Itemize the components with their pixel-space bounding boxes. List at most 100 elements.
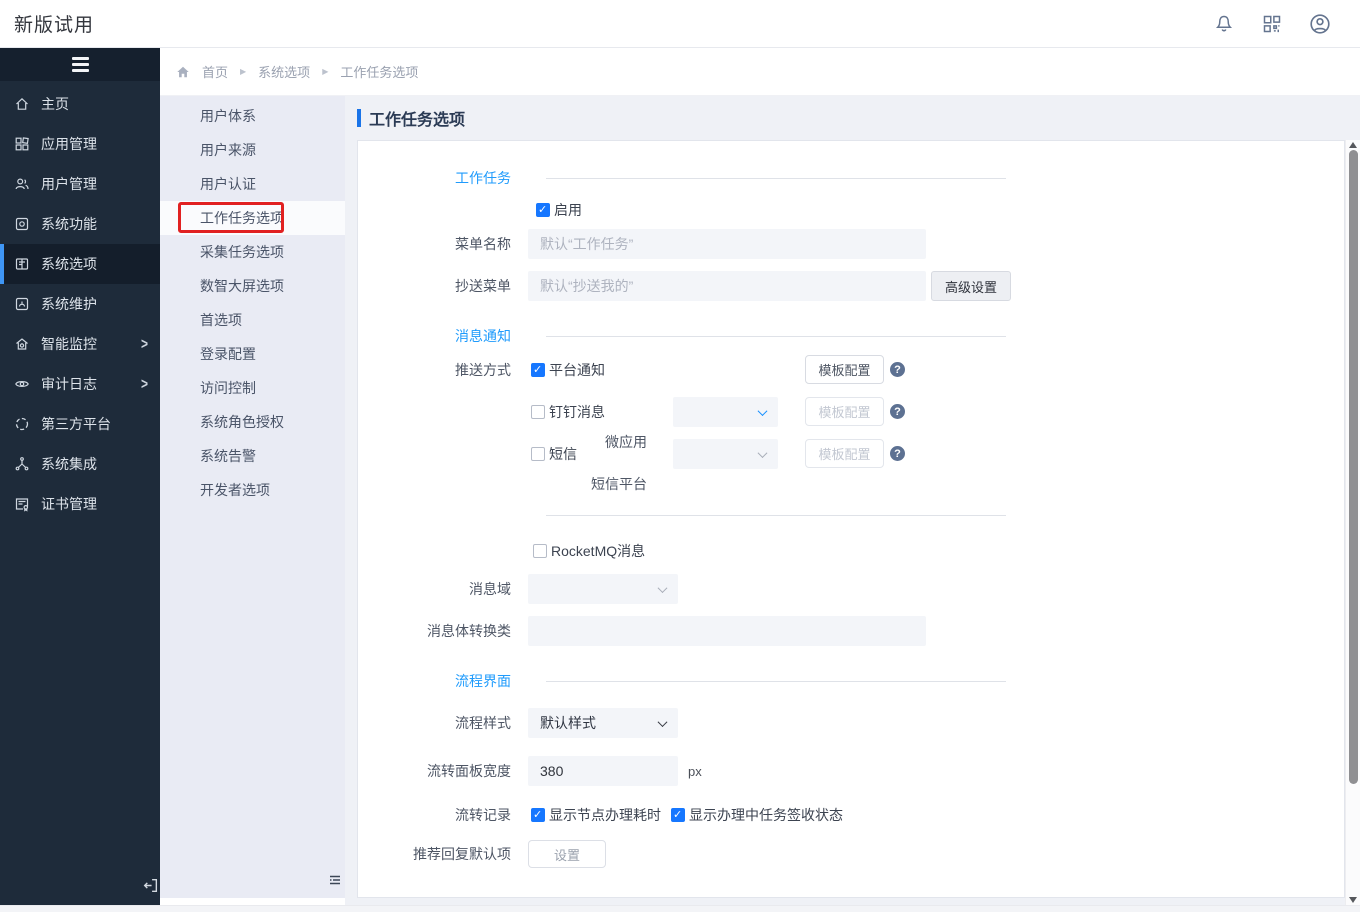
message-converter-label: 消息体转换类 [427, 623, 511, 639]
chevron-down-icon [757, 405, 768, 416]
sidebar-item-user-management[interactable]: 用户管理 [0, 164, 160, 204]
platform-notify-checkbox[interactable] [531, 363, 545, 377]
sidebar-item-third-party[interactable]: 第三方平台 [0, 404, 160, 444]
submenu-item-work-task-options[interactable]: 工作任务选项 [160, 201, 345, 235]
notification-bell-icon[interactable] [1212, 12, 1236, 36]
platform-template-config-button[interactable]: 模板配置 [805, 355, 884, 384]
submenu-item-collect-task-options[interactable]: 采集任务选项 [160, 235, 345, 269]
panel-width-input[interactable] [528, 756, 678, 786]
submenu-item-access-control[interactable]: 访问控制 [160, 371, 345, 405]
horizontal-scrollbar[interactable] [0, 905, 1360, 912]
section-notification: 消息通知 [358, 325, 1344, 347]
submenu-item-role-authorization[interactable]: 系统角色授权 [160, 405, 345, 439]
breadcrumb-item-home[interactable]: 首页 [202, 62, 228, 81]
rocketmq-checkbox-item[interactable]: RocketMQ消息 [533, 541, 645, 561]
home-icon [14, 96, 30, 112]
help-icon[interactable]: ? [890, 362, 905, 377]
enable-checkbox[interactable] [536, 203, 550, 217]
sidebar-collapse-toggle[interactable] [0, 48, 160, 81]
flow-record-label: 流转记录 [455, 807, 511, 823]
show-sign-status-checkbox-item[interactable]: 显示办理中任务签收状态 [671, 805, 843, 825]
breadcrumb-bar: 首页 ▶ 系统选项 ▶ 工作任务选项 [160, 48, 1360, 96]
push-dingtalk-row: 钉钉消息 微应用 模板配置 ? [358, 397, 1344, 450]
sidebar-item-label: 审计日志 [41, 376, 97, 392]
menu-name-label: 菜单名称 [455, 236, 511, 252]
breadcrumb-item-system-options[interactable]: 系统选项 [258, 62, 310, 81]
panel-width-row: 流转面板宽度 px [358, 756, 1344, 786]
sidebar-item-audit-logs[interactable]: 审计日志 > [0, 364, 160, 404]
submenu-item-user-system[interactable]: 用户体系 [160, 99, 345, 133]
submenu-item-login-config[interactable]: 登录配置 [160, 337, 345, 371]
submenu-item-preferences[interactable]: 首选项 [160, 303, 345, 337]
checkbox-label: 平台通知 [549, 362, 605, 378]
sms-checkbox[interactable] [531, 447, 545, 461]
sidebar-item-system-maintenance[interactable]: 系统维护 [0, 284, 160, 324]
title-accent-bar [357, 109, 361, 127]
recommend-reply-set-button[interactable]: 设置 [528, 840, 606, 868]
platform-notify-checkbox-item[interactable]: 平台通知 [531, 355, 1006, 385]
micro-app-select[interactable] [673, 397, 778, 427]
breadcrumb: 首页 ▶ 系统选项 ▶ 工作任务选项 [176, 62, 418, 81]
qr-code-icon[interactable] [1260, 12, 1284, 36]
message-converter-input[interactable] [528, 616, 926, 646]
monitor-icon [14, 336, 30, 352]
sms-template-config-button[interactable]: 模板配置 [805, 439, 884, 468]
section-title: 流程界面 [455, 673, 511, 689]
settings-form-card: 工作任务 启用 菜单名称 抄送菜单 高级设置 消息通知 推送方式 [357, 140, 1345, 898]
submenu-collapse-icon[interactable] [327, 872, 343, 888]
sidebar-item-system-options[interactable]: 系统选项 [0, 244, 160, 284]
message-domain-select[interactable] [528, 574, 678, 604]
submenu-item-developer-options[interactable]: 开发者选项 [160, 473, 345, 507]
dingtalk-checkbox[interactable] [531, 405, 545, 419]
vertical-scrollbar[interactable] [1345, 140, 1360, 905]
sidebar-item-label: 系统集成 [41, 456, 97, 472]
sidebar-item-system-functions[interactable]: 系统功能 [0, 204, 160, 244]
rocketmq-checkbox[interactable] [533, 544, 547, 558]
sidebar-item-label: 主页 [41, 96, 69, 112]
sidebar-item-label: 系统功能 [41, 216, 97, 232]
dingtalk-template-config-button[interactable]: 模板配置 [805, 397, 884, 426]
submenu-item-system-alerts[interactable]: 系统告警 [160, 439, 345, 473]
enable-checkbox-item[interactable]: 启用 [536, 200, 582, 220]
recommend-reply-row: 推荐回复默认项 设置 [358, 840, 1344, 868]
panel-width-unit: px [688, 763, 702, 779]
sidebar-item-label: 系统选项 [41, 256, 97, 272]
system-functions-icon [14, 216, 30, 232]
advanced-settings-button[interactable]: 高级设置 [931, 271, 1011, 301]
vertical-scrollbar-thumb[interactable] [1349, 150, 1358, 784]
help-icon[interactable]: ? [890, 446, 905, 461]
flow-style-row: 流程样式 默认样式 [358, 708, 1344, 738]
sidebar-item-home[interactable]: 主页 [0, 84, 160, 124]
scroll-up-arrow-icon[interactable] [1349, 142, 1357, 148]
sms-platform-select[interactable] [673, 439, 778, 469]
menu-name-input[interactable] [528, 229, 926, 259]
show-node-time-checkbox[interactable] [531, 808, 545, 822]
submenu-item-user-source[interactable]: 用户来源 [160, 133, 345, 167]
sms-platform-label: 短信平台 [591, 476, 647, 492]
sidebar-item-smart-monitoring[interactable]: 智能监控 > [0, 324, 160, 364]
cc-menu-input[interactable] [528, 271, 926, 301]
user-avatar-icon[interactable] [1308, 12, 1332, 36]
flow-style-label: 流程样式 [455, 715, 511, 731]
chevron-down-icon [657, 582, 668, 593]
chevron-down-icon [757, 447, 768, 458]
show-node-time-checkbox-item[interactable]: 显示节点办理耗时 [531, 805, 661, 825]
rocketmq-row: RocketMQ消息 [358, 540, 1344, 562]
cc-menu-label: 抄送菜单 [455, 278, 511, 294]
show-sign-status-checkbox[interactable] [671, 808, 685, 822]
sidebar-item-system-integration[interactable]: 系统集成 [0, 444, 160, 484]
section-work-task: 工作任务 [358, 167, 1344, 189]
chevron-right-icon: > [140, 334, 148, 354]
flow-style-select[interactable]: 默认样式 [528, 708, 678, 738]
checkbox-label: 显示节点办理耗时 [549, 807, 661, 823]
scroll-down-arrow-icon[interactable] [1349, 897, 1357, 903]
push-mode-label: 推送方式 [455, 362, 511, 378]
submenu-item-big-screen-options[interactable]: 数智大屏选项 [160, 269, 345, 303]
push-platform-row: 推送方式 平台通知 模板配置 ? [358, 355, 1344, 385]
sidebar-item-app-management[interactable]: 应用管理 [0, 124, 160, 164]
help-icon[interactable]: ? [890, 404, 905, 419]
breadcrumb-home-icon[interactable] [176, 65, 190, 79]
submenu-item-user-auth[interactable]: 用户认证 [160, 167, 345, 201]
sidebar-exit-collapse-icon[interactable] [142, 877, 159, 894]
sidebar-item-certificate-management[interactable]: 证书管理 [0, 484, 160, 524]
